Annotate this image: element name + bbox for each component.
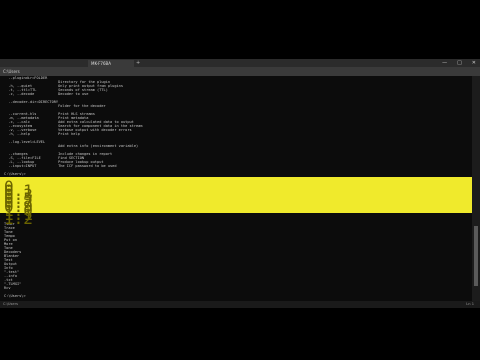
new-tab-icon[interactable]: + [136,60,140,66]
address-bar: C:\Users [0,67,480,76]
scrollbar-thumb[interactable] [474,226,478,286]
status-text: C:\Users [3,302,18,306]
terminal-window: MK-F76BA + — □ ✕ C:\Users --plugindir=FO… [0,59,480,301]
selection-highlight: 0 0.1 0.3 0.5 0.7 0.9 1.0 1.1 1.2 [0,177,472,228]
address-label: C:\Users [3,69,20,74]
scrollbar[interactable] [472,76,480,301]
window-controls: — □ ✕ [442,59,476,67]
title-bar: MK-F76BA + — □ ✕ [0,59,480,67]
tab-active[interactable]: MK-F76BA [88,60,134,67]
screen: { "window": { "tab_title": "MK-F76BA", "… [0,0,480,360]
tab-title: MK-F76BA [91,61,111,66]
maximize-button[interactable]: □ [457,59,462,67]
status-position: Ln 1 [466,302,474,306]
terminal-line: 1.2 [4,209,33,228]
minimize-button[interactable]: — [442,59,447,67]
status-bar: C:\Users Ln 1 [0,301,480,308]
close-button[interactable]: ✕ [472,59,476,67]
